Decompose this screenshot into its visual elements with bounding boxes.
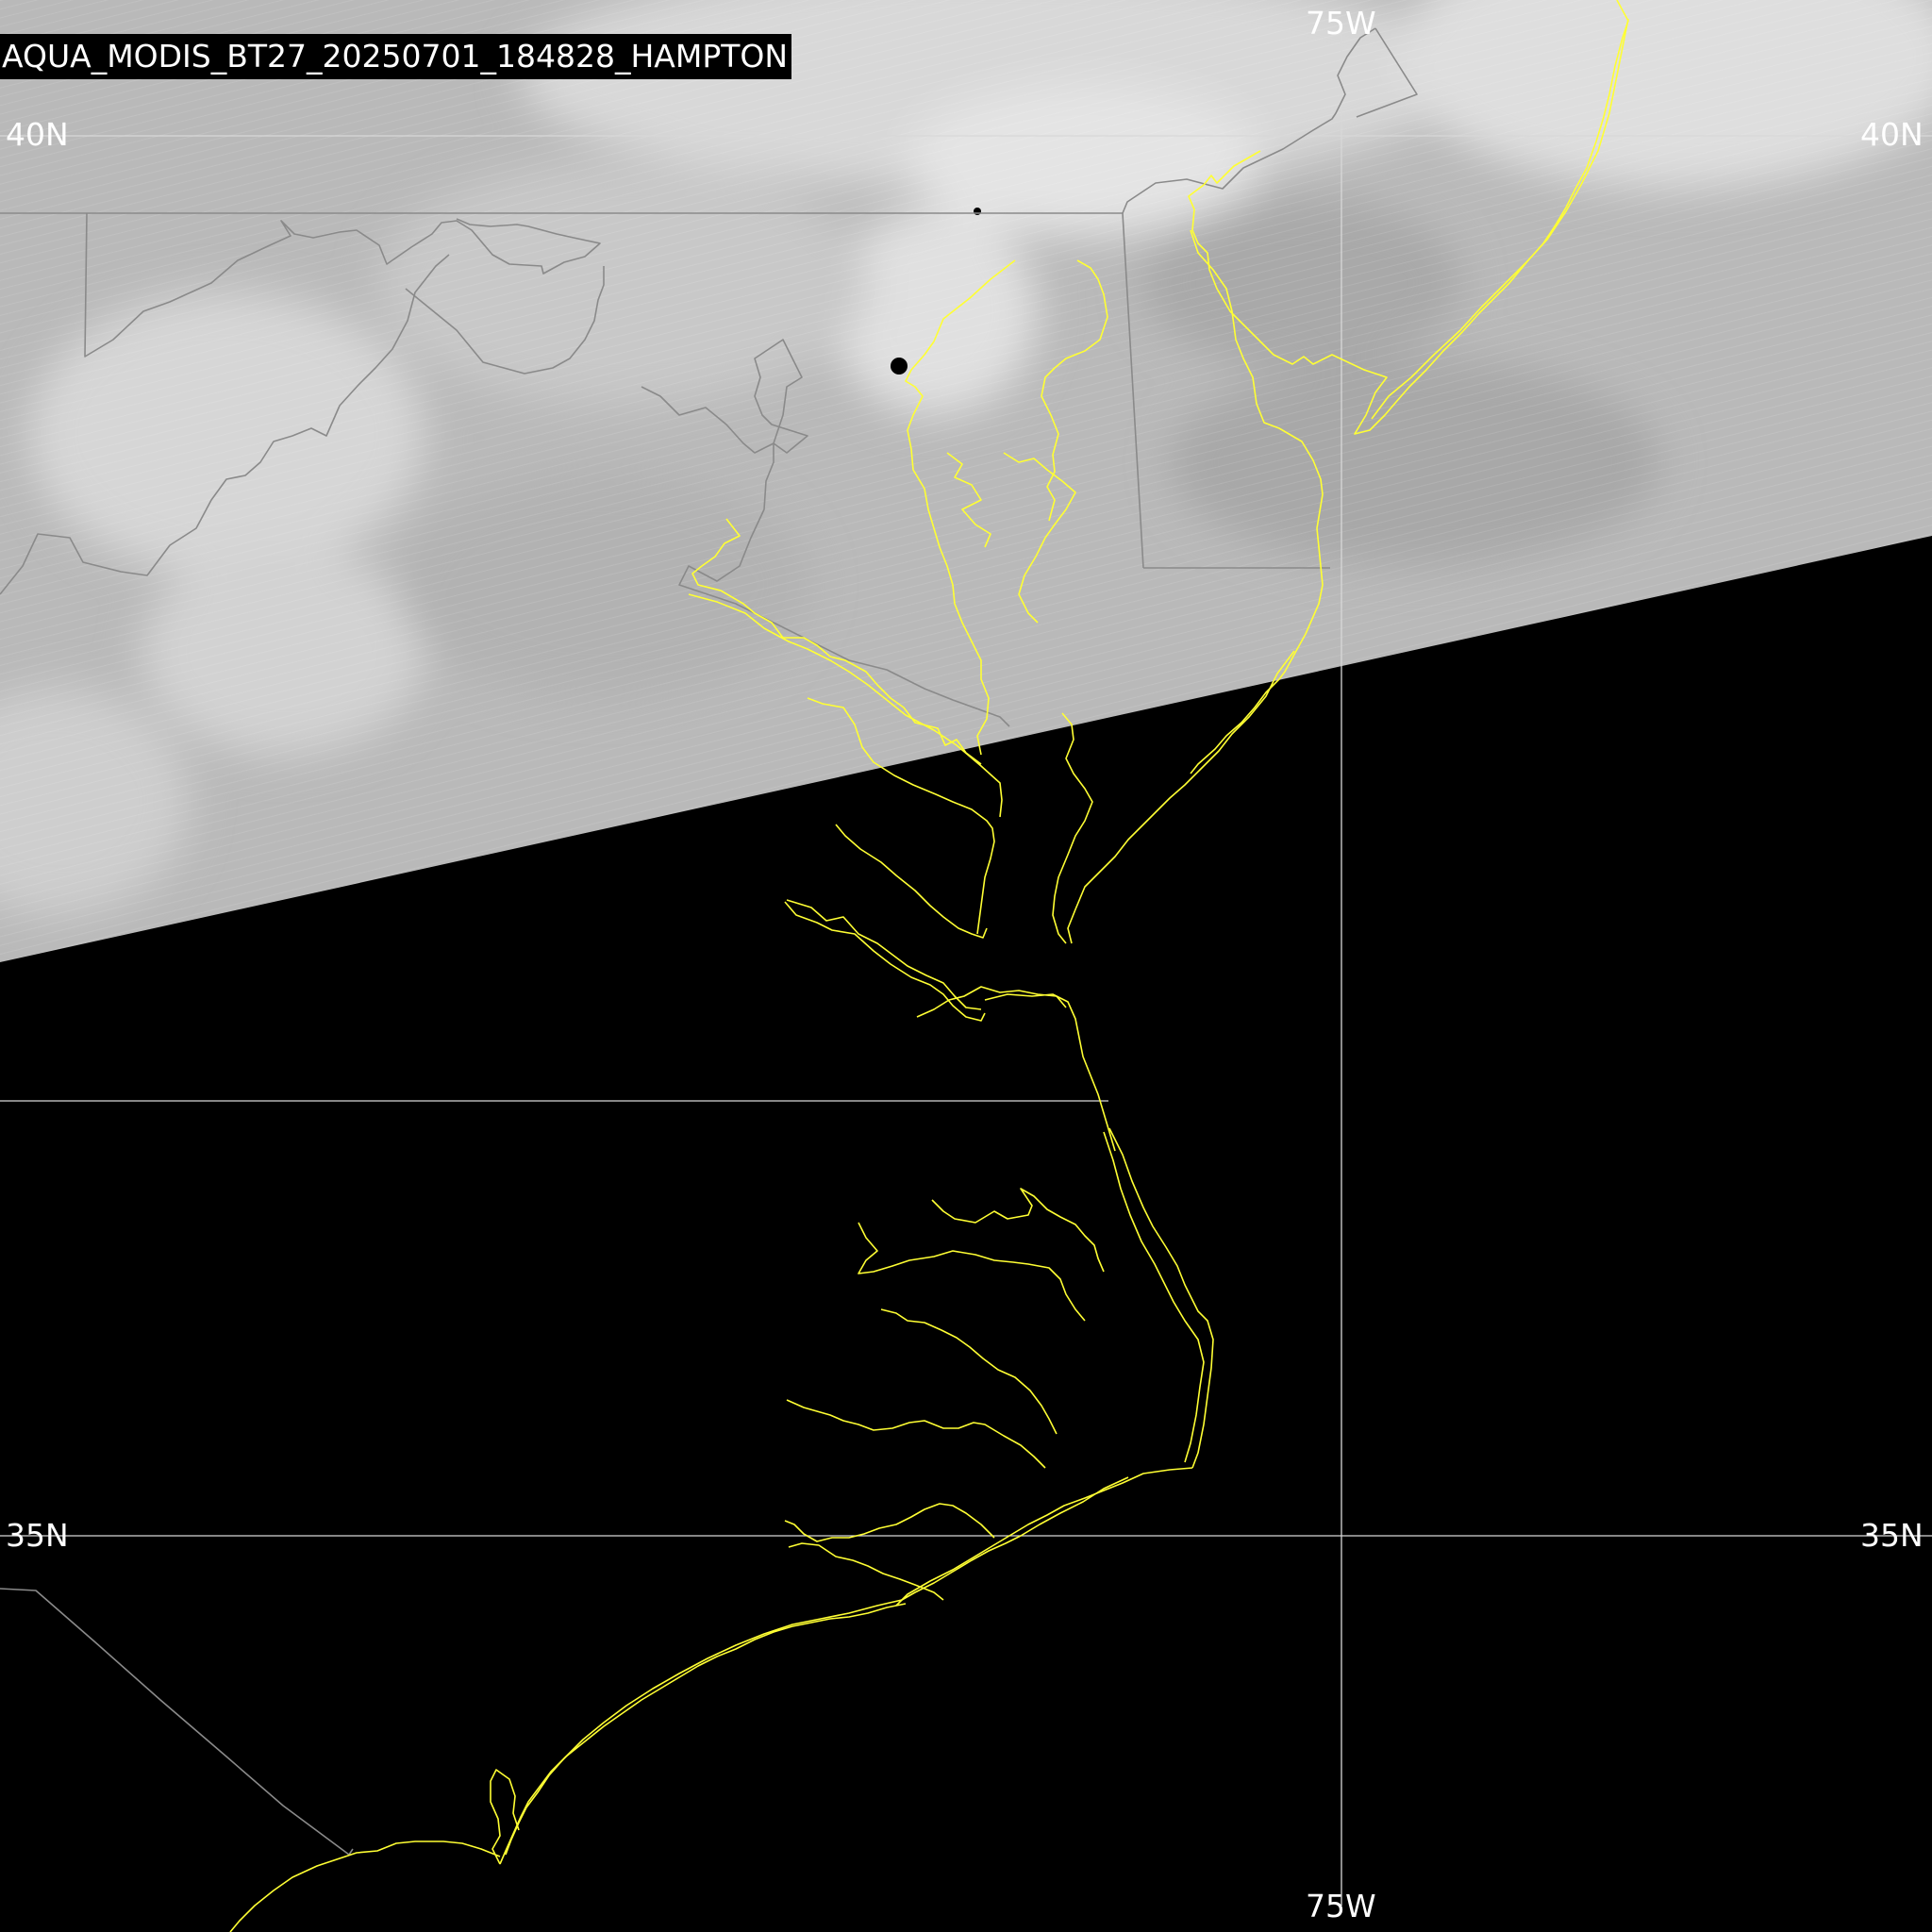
longitude-label-75w-bottom: 75W (1306, 1888, 1376, 1924)
pamlico-sound-west (786, 1399, 1046, 1469)
cape-lookout-inner (901, 1476, 1129, 1601)
longitude-label-75w-top: 75W (1306, 5, 1376, 42)
albemarle-sound-north (931, 1188, 1105, 1273)
southern-nc-coastline (499, 1603, 907, 1865)
outer-banks-coastline (1108, 1127, 1214, 1469)
latitude-label-35n-left: 35N (6, 1517, 69, 1554)
satellite-map (0, 0, 1932, 1932)
sc-coastline (229, 1840, 501, 1932)
satellite-swath (0, 0, 1932, 962)
cape-fear-coastline (490, 1769, 520, 1865)
nc-sc-border (0, 1588, 354, 1856)
york-river-coastline (786, 899, 982, 1010)
james-river-coastline (784, 901, 986, 1022)
southern-nc-barrier (505, 1599, 903, 1856)
delmarva-bay-shore (1052, 712, 1093, 944)
albemarle-sound-coastline (858, 1222, 1086, 1322)
outer-banks-inner (1103, 1131, 1205, 1463)
latitude-label-40n-right: 40N (1860, 116, 1924, 153)
rappahannock-coastline-south (835, 824, 988, 939)
hampton-roads-coastline (984, 993, 1116, 1152)
image-title: AQUA_MODIS_BT27_20250701_184828_HAMPTON (0, 34, 792, 79)
latitude-label-35n-right: 35N (1860, 1517, 1924, 1554)
cape-hatteras-to-lookout (895, 1467, 1193, 1607)
latitude-label-40n-left: 40N (6, 116, 69, 153)
pamlico-river (880, 1308, 1058, 1435)
neuse-river-south (788, 1542, 944, 1601)
